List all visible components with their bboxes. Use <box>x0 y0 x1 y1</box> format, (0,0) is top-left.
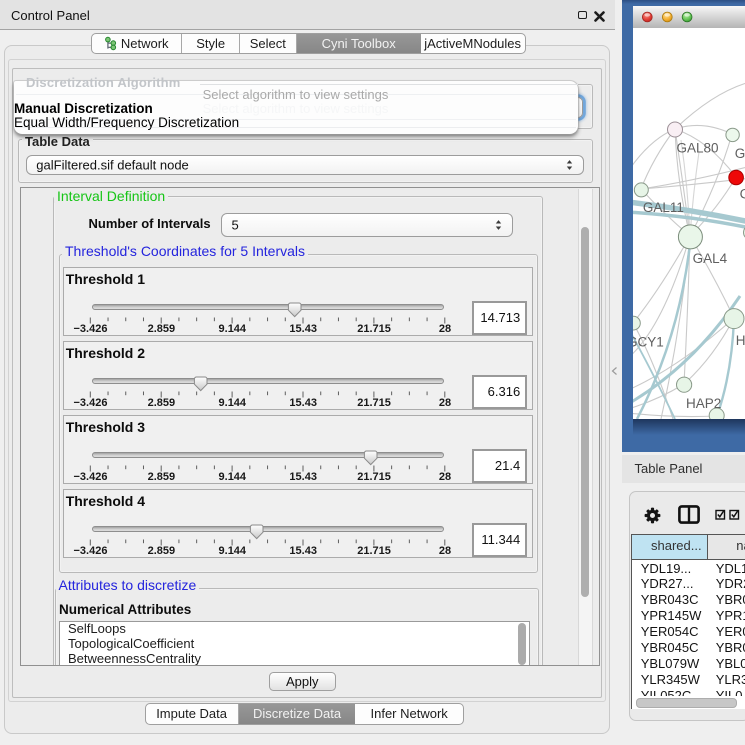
svg-text:GA: GA <box>735 146 745 161</box>
svg-text:GAL11: GAL11 <box>643 200 684 215</box>
svg-text:GAL80: GAL80 <box>677 141 719 156</box>
svg-text:H: H <box>736 333 745 348</box>
svg-text:GAL4: GAL4 <box>693 251 728 266</box>
svg-text:HAP2: HAP2 <box>686 396 721 411</box>
svg-text:GCY1: GCY1 <box>633 334 664 349</box>
svg-text:C: C <box>740 186 745 201</box>
